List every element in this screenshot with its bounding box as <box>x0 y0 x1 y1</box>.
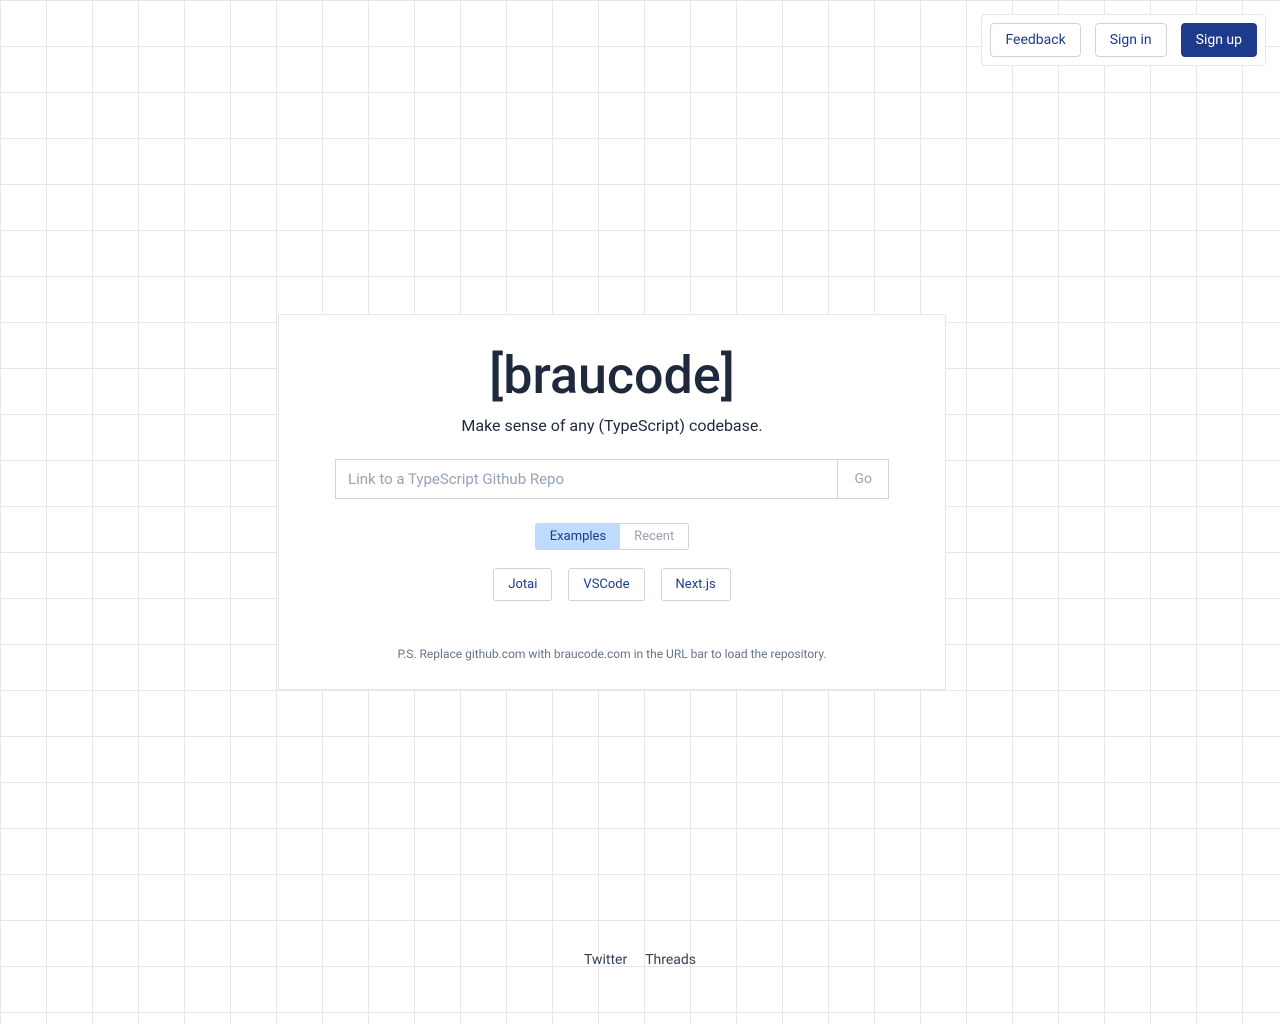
signin-button[interactable]: Sign in <box>1095 23 1167 57</box>
tab-examples[interactable]: Examples <box>536 524 620 549</box>
tab-recent[interactable]: Recent <box>620 524 688 549</box>
top-right-panel: Feedback Sign in Sign up <box>981 14 1266 66</box>
footer: Twitter Threads <box>0 952 1280 968</box>
repo-url-input[interactable] <box>336 460 837 498</box>
tagline-text: Make sense of any (TypeScript) codebase. <box>335 416 889 435</box>
twitter-link[interactable]: Twitter <box>584 952 627 968</box>
go-button[interactable]: Go <box>837 460 888 498</box>
repo-input-row: Go <box>335 459 889 499</box>
example-jotai-button[interactable]: Jotai <box>493 568 552 601</box>
tabs-container: Examples Recent <box>335 523 889 550</box>
ps-text: P.S. Replace github.com with braucode.co… <box>335 647 889 661</box>
example-nextjs-button[interactable]: Next.js <box>661 568 731 601</box>
tab-group: Examples Recent <box>535 523 689 550</box>
examples-row: Jotai VSCode Next.js <box>335 568 889 601</box>
main-card: [braucode] Make sense of any (TypeScript… <box>278 314 946 690</box>
feedback-button[interactable]: Feedback <box>990 23 1080 57</box>
logo-text: [braucode] <box>335 345 889 406</box>
signup-button[interactable]: Sign up <box>1181 23 1257 57</box>
example-vscode-button[interactable]: VSCode <box>568 568 644 601</box>
threads-link[interactable]: Threads <box>645 952 696 968</box>
